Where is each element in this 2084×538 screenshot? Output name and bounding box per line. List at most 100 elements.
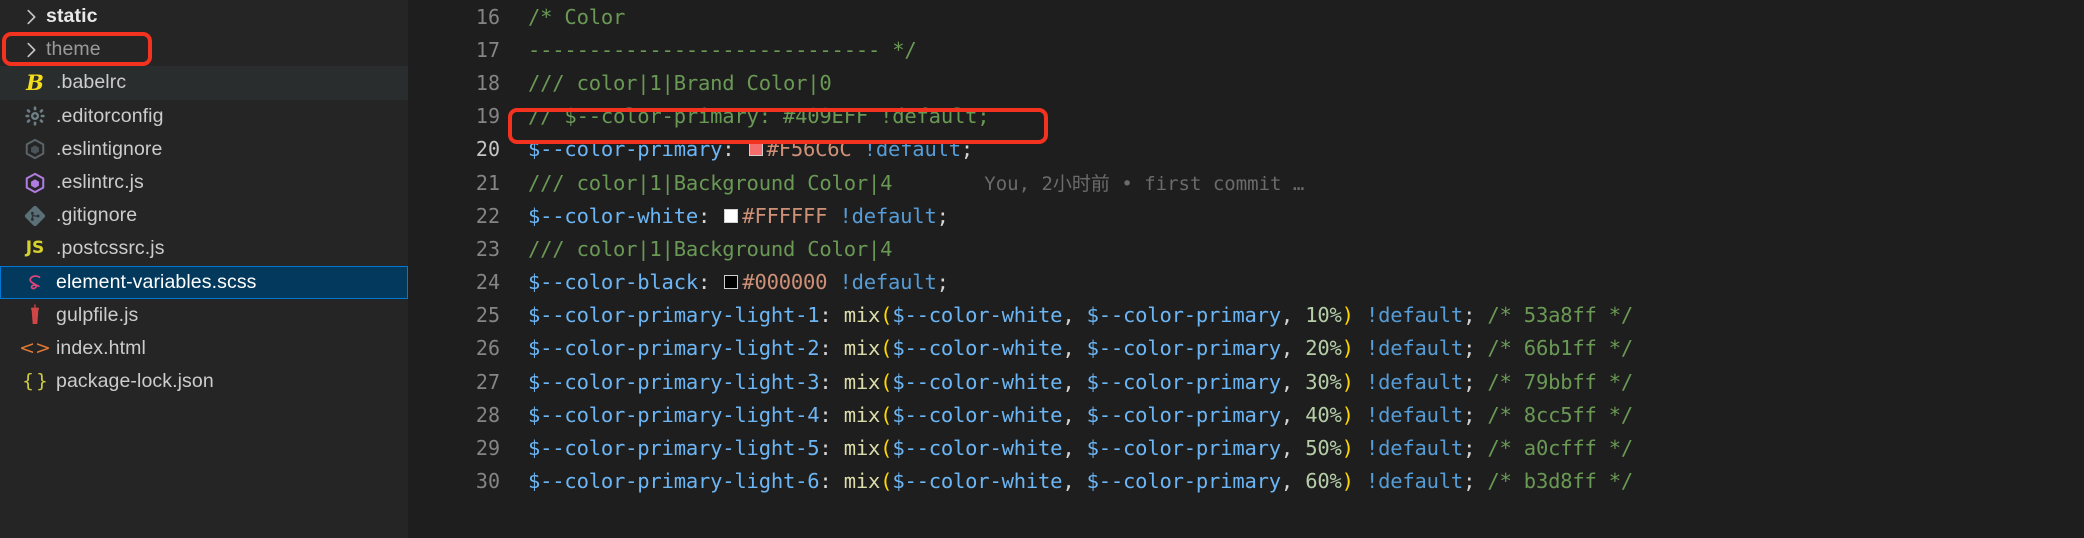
code-token: ,: [1062, 369, 1087, 394]
code-token: !default: [1365, 369, 1464, 394]
code-text: $--color-primary-light-1: mix($--color-w…: [528, 303, 1633, 327]
chevron-right-icon[interactable]: [20, 39, 46, 61]
code-token: ,: [1280, 369, 1306, 394]
line-number: 24: [475, 270, 500, 295]
tree-file-element-variables-scss[interactable]: element-variables.scss: [0, 265, 408, 299]
code-token: :: [698, 270, 723, 295]
code-token: (: [880, 436, 893, 461]
code-line[interactable]: 26 $--color-primary-light-2: mix($--color…: [408, 332, 2084, 365]
line-number: 30: [475, 469, 500, 494]
code-token: !default: [1365, 336, 1464, 361]
code-token: ): [1341, 469, 1354, 494]
code-token: $--color-primary: [1086, 469, 1281, 494]
code-token: ;: [1463, 336, 1488, 361]
code-text: // $--color-primary: #409EFF !default;: [528, 104, 990, 128]
code-token: !default: [1365, 436, 1464, 461]
tree-file-index-html[interactable]: <> index.html: [0, 332, 408, 365]
code-token: ): [1341, 402, 1354, 427]
code-token: :: [722, 137, 747, 162]
tree-item-label: theme: [46, 38, 101, 61]
code-line[interactable]: 24 $--color-black: #000000 !default;: [408, 266, 2084, 299]
line-number: 23: [475, 236, 500, 261]
tree-folder-static[interactable]: static: [0, 0, 408, 33]
code-line[interactable]: 16 /* Color: [408, 0, 2084, 33]
color-swatch[interactable]: [748, 142, 763, 157]
code-token: /* 79bbff */: [1487, 369, 1634, 394]
tree-item-label: .eslintrc.js: [56, 171, 144, 194]
tree-file-editorconfig[interactable]: .editorconfig: [0, 100, 408, 133]
code-token: /* 8cc5ff */: [1487, 402, 1634, 427]
code-text: ----------------------------- */: [528, 38, 917, 62]
code-line[interactable]: 23 /// color|1|Background Color|4: [408, 232, 2084, 265]
line-number: 16: [475, 4, 500, 29]
code-line[interactable]: 25 $--color-primary-light-1: mix($--color…: [408, 299, 2084, 332]
code-text: /* Color: [528, 5, 625, 29]
code-token: $--color-white: [892, 469, 1063, 494]
code-token: $--color-primary-light-3: [528, 369, 820, 394]
tree-file-eslintignore[interactable]: .eslintignore: [0, 133, 408, 166]
code-token: $--color-white: [892, 436, 1063, 461]
tree-item-label: gulpfile.js: [56, 303, 139, 326]
line-number: 21: [475, 170, 500, 195]
tree-folder-theme[interactable]: theme: [0, 33, 408, 66]
code-token: ;: [1463, 436, 1488, 461]
code-token: ;: [1463, 402, 1488, 427]
code-text: $--color-black: #000000 !default;: [528, 270, 949, 294]
code-lines[interactable]: 16 /* Color 17 ----------------------------…: [408, 0, 2084, 498]
eslint-gray-icon: [20, 138, 50, 160]
code-token: /* 53a8ff */: [1487, 303, 1634, 328]
sass-icon: [20, 270, 50, 294]
code-line[interactable]: 27 $--color-primary-light-3: mix($--color…: [408, 365, 2084, 398]
tree-file-gulpfile-js[interactable]: gulpfile.js: [0, 299, 408, 332]
code-text: /// color|1|Brand Color|0: [528, 71, 832, 95]
babel-icon: B: [26, 70, 44, 96]
code-token: ;: [1463, 469, 1488, 494]
code-token: /// color|1|Background Color|4: [528, 236, 893, 261]
code-line[interactable]: 20 $--color-primary: #F56C6C !default;: [408, 133, 2084, 166]
code-text: $--color-white: #FFFFFF !default;: [528, 204, 949, 228]
code-token: $--color-white: [892, 402, 1063, 427]
git-icon: [20, 204, 50, 228]
code-line[interactable]: 17 ----------------------------- */: [408, 33, 2084, 66]
chevron-right-icon[interactable]: [20, 6, 46, 28]
code-token: !default: [839, 203, 937, 228]
code-line[interactable]: 22 $--color-white: #FFFFFF !default;: [408, 199, 2084, 232]
code-line[interactable]: 30 $--color-primary-light-6: mix($--color…: [408, 465, 2084, 498]
code-text: /// color|1|Background Color|4: [528, 171, 892, 195]
color-swatch[interactable]: [724, 275, 739, 290]
code-token: mix: [843, 469, 881, 494]
code-line[interactable]: 29 $--color-primary-light-5: mix($--color…: [408, 431, 2084, 464]
tree-file-gitignore[interactable]: .gitignore: [0, 199, 408, 232]
tree-item-label: .gitignore: [56, 204, 138, 227]
code-line[interactable]: 19 // $--color-primary: #409EFF !default;: [408, 100, 2084, 133]
line-number: 25: [475, 303, 500, 328]
tree-file-babelrc[interactable]: B .babelrc: [0, 66, 408, 100]
code-token: !default: [1365, 402, 1464, 427]
code-token: $--color-primary: [1086, 402, 1281, 427]
code-token: ,: [1062, 402, 1087, 427]
code-token: 30%: [1305, 369, 1342, 394]
code-line[interactable]: 18 /// color|1|Brand Color|0: [408, 66, 2084, 99]
code-text: $--color-primary-light-2: mix($--color-w…: [528, 336, 1633, 360]
js-icon: JS: [25, 238, 45, 259]
code-line[interactable]: 21 /// color|1|Background Color|4 You, 2小时…: [408, 166, 2084, 199]
code-token: ): [1341, 303, 1354, 328]
tree-file-postcssrc-js[interactable]: JS .postcssrc.js: [0, 232, 408, 265]
code-token: $--color-white: [892, 336, 1063, 361]
git-blame-annotation[interactable]: You, 2小时前 • first commit …: [984, 169, 1304, 196]
tree-item-label: .eslintignore: [56, 137, 163, 160]
color-swatch[interactable]: [724, 208, 739, 223]
code-token: ,: [1280, 402, 1306, 427]
code-line[interactable]: 28 $--color-primary-light-4: mix($--color…: [408, 398, 2084, 431]
tree-item-label: index.html: [56, 336, 146, 359]
code-token: ): [1341, 369, 1354, 394]
code-token: !default: [839, 270, 937, 295]
code-token: !default: [1365, 469, 1464, 494]
code-editor[interactable]: 16 /* Color 17 ----------------------------…: [408, 0, 2084, 538]
tree-file-package-lock-json[interactable]: { } package-lock.json: [0, 365, 408, 398]
tree-file-eslintrc-js[interactable]: .eslintrc.js: [0, 166, 408, 199]
